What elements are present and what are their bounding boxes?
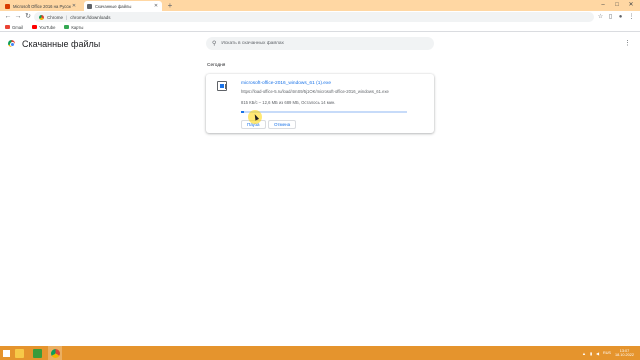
more-options-icon[interactable]: ⋮ bbox=[624, 39, 631, 49]
progress-bar bbox=[241, 111, 407, 113]
show-hidden-icons-icon[interactable]: ▲ bbox=[582, 351, 586, 356]
address-bar[interactable]: Chrome | chrome://downloads bbox=[34, 12, 594, 22]
clock-date: 18.10.2022 bbox=[614, 353, 634, 357]
progress-status: 815 КБ/с – 12,6 МБ из 689 МБ, Осталось 1… bbox=[241, 100, 336, 105]
close-icon[interactable]: ✕ bbox=[71, 3, 77, 9]
clock[interactable]: 13:07 18.10.2022 bbox=[615, 349, 634, 358]
close-icon[interactable]: ✕ bbox=[153, 3, 159, 9]
menu-icon[interactable]: ⋮ bbox=[627, 12, 636, 22]
tab-office[interactable]: Microsoft Office 2016 на Русско ✕ bbox=[2, 1, 80, 11]
search-icon: ⚲ bbox=[212, 41, 217, 47]
windows-logo-icon bbox=[2, 349, 10, 357]
file-name-link[interactable]: microsoft-office-2016_windows_61 (1).exe bbox=[241, 81, 331, 86]
taskbar-app-green[interactable] bbox=[30, 346, 44, 360]
star-icon[interactable]: ☆ bbox=[596, 12, 605, 22]
browser-toolbar: ← → ↻ Chrome | chrome://downloads ☆ ▯ ● … bbox=[0, 11, 640, 23]
network-icon[interactable]: ▮ bbox=[590, 351, 592, 356]
search-box[interactable]: ⚲ bbox=[206, 37, 434, 50]
date-heading: Сегодня bbox=[207, 63, 226, 68]
back-button[interactable]: ← bbox=[3, 12, 13, 22]
file-url-link[interactable]: https://load-office-5.ru/load/4mS9/5j1OK… bbox=[241, 89, 389, 94]
page-title: Скачанные файлы bbox=[22, 39, 101, 49]
search-input[interactable] bbox=[221, 41, 422, 46]
tab-downloads[interactable]: Скачанные файлы ✕ bbox=[84, 1, 162, 11]
bookmark-label: YouTube bbox=[38, 24, 56, 30]
maximize-button[interactable]: □ bbox=[610, 0, 624, 11]
start-button[interactable] bbox=[0, 346, 12, 360]
new-tab-button[interactable]: + bbox=[166, 1, 174, 10]
cancel-button[interactable]: Отмена bbox=[268, 120, 297, 129]
app-icon bbox=[32, 348, 42, 358]
youtube-icon bbox=[31, 25, 37, 29]
maps-icon bbox=[64, 25, 70, 29]
bookmark-maps[interactable]: Карты bbox=[64, 25, 83, 30]
site-name: Chrome bbox=[47, 14, 64, 20]
office-favicon-icon bbox=[5, 3, 10, 9]
bookmark-label: Gmail bbox=[12, 24, 23, 30]
taskbar-explorer[interactable] bbox=[12, 346, 26, 360]
chrome-icon bbox=[50, 348, 60, 358]
bookmark-label: Карты bbox=[71, 24, 84, 30]
tab-title: Microsoft Office 2016 на Русско bbox=[13, 3, 71, 9]
gmail-icon bbox=[5, 25, 10, 29]
reload-button[interactable]: ↻ bbox=[23, 12, 33, 22]
sidebar-icon[interactable]: ▯ bbox=[606, 12, 615, 22]
forward-button[interactable]: → bbox=[13, 12, 23, 22]
bookmarks-bar: Gmail YouTube Карты bbox=[0, 23, 640, 32]
tab-strip: Microsoft Office 2016 на Русско ✕ Скачан… bbox=[0, 0, 640, 11]
progress-fill bbox=[241, 111, 244, 113]
url-separator: | bbox=[66, 14, 68, 20]
taskbar-chrome[interactable] bbox=[48, 346, 62, 360]
folder-icon bbox=[14, 348, 24, 358]
volume-icon[interactable]: ◀ bbox=[596, 351, 599, 356]
download-item: microsoft-office-2016_windows_61 (1).exe… bbox=[206, 74, 434, 133]
language-indicator[interactable]: RUS bbox=[603, 351, 611, 355]
profile-icon[interactable]: ● bbox=[616, 12, 625, 22]
exe-file-icon bbox=[217, 81, 227, 91]
download-favicon-icon bbox=[87, 3, 92, 9]
window-close-button[interactable]: ✕ bbox=[624, 0, 638, 11]
system-tray: ▲ ▮ ◀ RUS 13:07 18.10.2022 bbox=[582, 349, 640, 358]
tab-title: Скачанные файлы bbox=[95, 3, 132, 9]
url-text: chrome://downloads bbox=[70, 14, 111, 20]
windows-taskbar: ▲ ▮ ◀ RUS 13:07 18.10.2022 bbox=[0, 346, 640, 360]
minimize-button[interactable]: – bbox=[596, 0, 610, 11]
chrome-logo-icon bbox=[8, 40, 15, 47]
bookmark-youtube[interactable]: YouTube bbox=[31, 24, 56, 30]
bookmark-gmail[interactable]: Gmail bbox=[5, 25, 23, 30]
chrome-site-icon bbox=[39, 14, 44, 20]
downloads-header: Скачанные файлы ⚲ ⋮ bbox=[0, 33, 640, 55]
